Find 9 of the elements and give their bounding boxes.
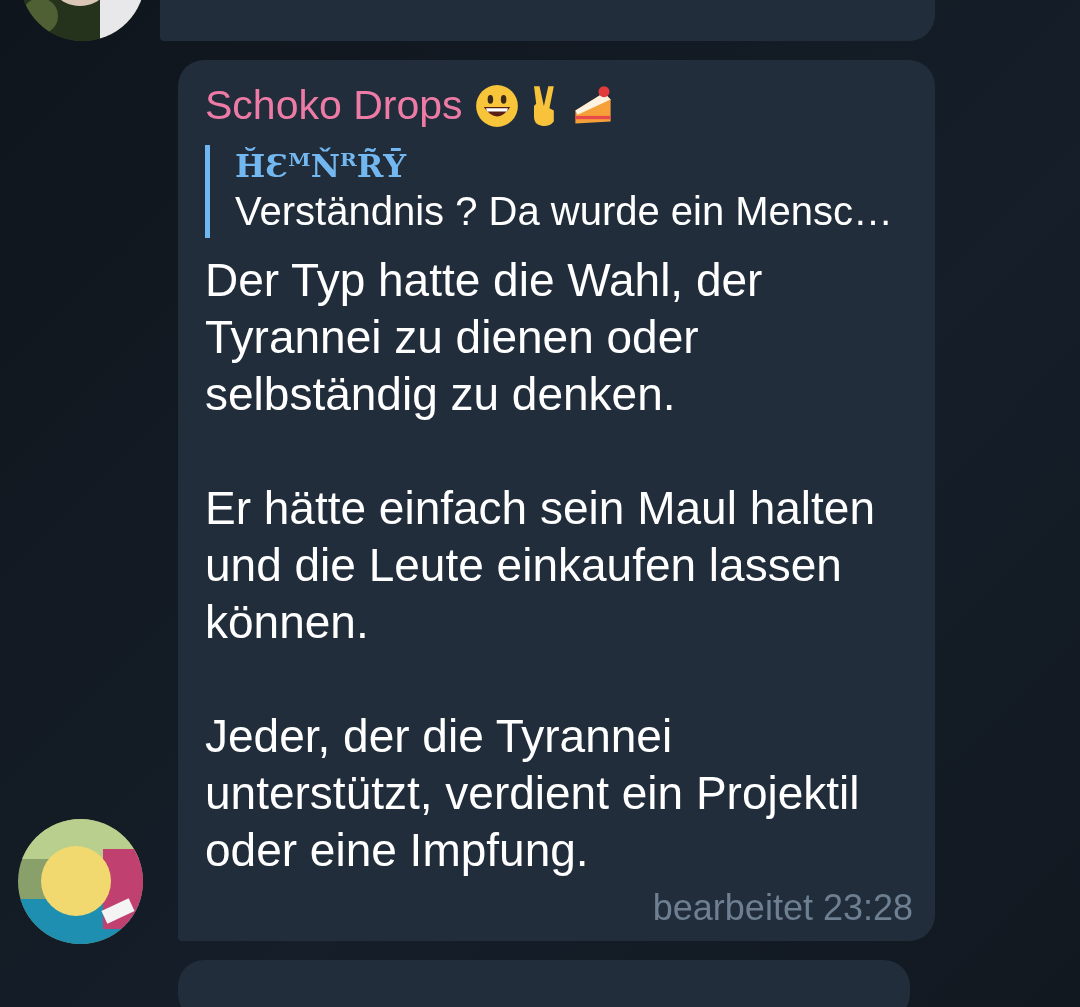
message-time: bearbeitet 23:28	[652, 887, 913, 929]
message-paragraph: Der Typ hatte die Wahl, der Tyrannei zu dienen oder selbständig zu denken.	[205, 253, 764, 422]
quote-text: Verständnis ? Da wurde ein Mensc…	[235, 189, 895, 234]
message-paragraph: Jeder, der die Tyrannei unterstützt, verdient ein Projektil oder eine Impfung.	[205, 709, 861, 878]
quote-author: H̆ƐᴹŇᴿR̃Ȳ	[235, 147, 408, 185]
message-paragraph: Er hätte einfach sein Maul halten und die Leute einkaufen lassen können.	[205, 481, 875, 650]
sender-name[interactable]: Schoko Drops	[205, 82, 463, 129]
smiley-icon	[474, 83, 519, 128]
reply-quote[interactable]: H̆ƐᴹŇᴿR̃Ȳ Verständnis ? Da wurde ein Mensc…	[205, 145, 913, 238]
